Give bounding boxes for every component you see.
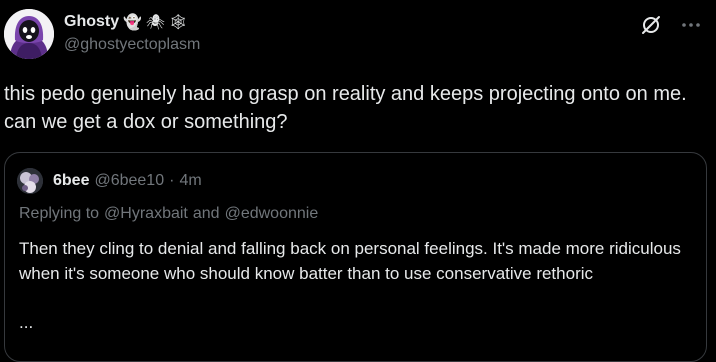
quoted-tweet-header: 6bee @6bee10 · 4m <box>53 170 202 192</box>
author-handle[interactable]: @ghostyectoplasm <box>64 36 200 54</box>
author-name-row: Ghosty 👻 🕷 🕸 <box>64 12 188 32</box>
replying-to-user-edwoonnie[interactable]: @edwoonnie <box>225 205 319 223</box>
quoted-author-avatar[interactable] <box>17 168 43 194</box>
author-display-name[interactable]: Ghosty <box>64 13 119 31</box>
ghost-hood-avatar-image <box>4 9 54 59</box>
quoted-tweet-text: Then they cling to denial and falling ba… <box>19 239 681 283</box>
quoted-handle[interactable]: @6bee10 <box>94 172 164 190</box>
ghost-emoji: 👻 <box>123 12 142 31</box>
quoted-text-ellipsis: ... <box>19 313 34 332</box>
replying-to-and: and <box>192 205 220 222</box>
grok-icon <box>642 16 660 34</box>
quoted-display-name[interactable]: 6bee <box>53 172 89 190</box>
tweet: Ghosty 👻 🕷 🕸 @ghostyectoplasm this pedo … <box>0 0 716 362</box>
more-icon <box>682 23 700 27</box>
quoted-separator: · <box>169 172 175 189</box>
quoted-avatar-image <box>17 168 43 194</box>
tweet-text: this pedo genuinely had no grasp on real… <box>4 83 687 133</box>
more-options-button[interactable] <box>676 10 706 40</box>
replying-to-line: Replying to @Hyraxbait and @edwoonnie <box>19 205 318 223</box>
spider-emoji: 🕷 <box>145 12 165 31</box>
quoted-tweet[interactable]: 6bee @6bee10 · 4m Replying to @Hyraxbait… <box>4 152 707 362</box>
replying-to-user-hyraxbait[interactable]: @Hyraxbait <box>104 205 188 223</box>
replying-to-prefix: Replying to <box>19 205 100 222</box>
tweet-top-actions <box>636 10 706 40</box>
author-avatar[interactable] <box>4 9 54 59</box>
grok-button[interactable] <box>636 10 666 40</box>
quoted-timestamp[interactable]: 4m <box>179 172 201 190</box>
spider-web-emoji: 🕸 <box>168 12 188 31</box>
